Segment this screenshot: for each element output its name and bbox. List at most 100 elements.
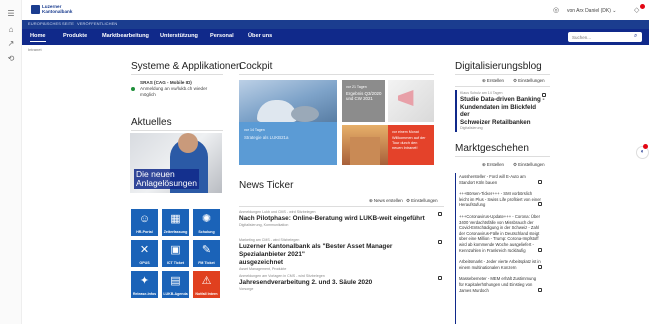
markt-accent-bar: [455, 173, 456, 324]
news-item[interactable]: Marketing am CMS - wird Sitzbelegen Luze…: [239, 238, 434, 271]
subnav-item[interactable]: VERÖFFENTLICHEN: [77, 21, 117, 26]
markt-item[interactable]: +++Börsen-Ticker+++ - SMI vorbörslich lei…: [459, 191, 541, 208]
bookmark-icon[interactable]: [538, 202, 542, 207]
markt-item[interactable]: Massebemeter - MEM erhält Zustimmung für …: [459, 276, 541, 293]
tile-label: FM Ticket: [198, 261, 215, 265]
cockpit-tile-ergebnis[interactable]: vor 21 Tagen Ergebnis Q3/2020 und CW 202…: [342, 80, 385, 122]
left-rail: [0, 0, 22, 324]
tile-notfall-intern[interactable]: ⚠ Notfall Intern: [193, 271, 220, 298]
blog-settings-button[interactable]: ⚙ Einstellungen: [513, 78, 545, 84]
divider: [455, 156, 550, 157]
sub-nav: EUROPÄISCHES SEITE VERÖFFENTLICHEN: [22, 20, 649, 29]
badge-icon: ✦: [139, 275, 150, 287]
bookmark-icon[interactable]: [438, 212, 442, 216]
plus-icon: ⊕: [482, 162, 486, 167]
bookmark-icon[interactable]: [542, 93, 546, 97]
news-item[interactable]: Anmeldungen Lukb und CMS - wird Sitzbele…: [239, 210, 434, 227]
tile-ict-ticket[interactable]: ▣ ICT Ticket: [162, 240, 189, 267]
tile-opus[interactable]: ✕ OPUS: [131, 240, 158, 267]
bookmark-icon[interactable]: [538, 287, 542, 292]
bookmark-icon[interactable]: [538, 247, 542, 252]
nav-marktbearbeitung[interactable]: Marktbearbeitung: [102, 33, 149, 39]
divider: [239, 74, 434, 75]
bookmark-icon[interactable]: [438, 240, 442, 244]
tile-fm-ticket[interactable]: ✎ FM Ticket: [193, 240, 220, 267]
nav-personal[interactable]: Personal: [210, 33, 234, 39]
system-item-title[interactable]: SRAS (CAG - Mobile ID): [140, 80, 192, 85]
tile-lukb-agenda[interactable]: ▤ LUKB-Agenda: [162, 271, 189, 298]
markt-item[interactable]: Arbeitsmarkt - Jeder vierte Arbeitsplatz…: [459, 259, 541, 270]
lightbulb-icon: ✺: [201, 213, 212, 225]
subnav-item[interactable]: EUROPÄISCHES: [28, 21, 61, 26]
tile-schulung[interactable]: ✺ Schulung: [193, 209, 220, 236]
cockpit-image-building[interactable]: [342, 125, 388, 165]
bookmark-icon[interactable]: [438, 276, 442, 280]
cockpit-tile-willkommen[interactable]: vor einem Monat Willkommen auf der Tour …: [388, 125, 434, 165]
cockpit-tile-strategie[interactable]: vor 14 Tagen Strategie als LUKB21a: [239, 122, 337, 165]
create-blog-button[interactable]: ⊕ Erstellen: [482, 78, 504, 84]
trending-icon[interactable]: ↗: [7, 40, 15, 48]
people-icon: ☺: [138, 213, 151, 225]
subnav-item[interactable]: SEITE: [62, 21, 74, 26]
history-icon[interactable]: ⟲: [7, 55, 15, 63]
system-item-text: Anmeldung an vw/lukb.ch wieder möglich: [140, 86, 208, 97]
cockpit-image-megaphone[interactable]: [388, 80, 434, 122]
tile-label: Zeiterfassung: [163, 230, 188, 234]
lukb-logo[interactable]: [31, 5, 40, 14]
calendar-icon: ▦: [170, 213, 181, 225]
tile-label: Release-Infos: [132, 292, 157, 296]
search-input[interactable]: [568, 32, 642, 42]
news-item[interactable]: Anmeldungen am Vorlagen in CMS - wird Si…: [239, 274, 434, 291]
aktuelles-title: Aktuelles: [131, 117, 172, 128]
tile-label: Schulung: [198, 230, 215, 234]
nav-home[interactable]: Home: [30, 33, 46, 42]
home-icon[interactable]: ⌂: [7, 26, 15, 34]
nav-unterstuetzung[interactable]: Unterstützung: [160, 33, 198, 39]
gear-icon: ⚙: [406, 198, 410, 203]
menu-icon[interactable]: ☰: [7, 10, 15, 18]
notification-badge: [640, 4, 645, 9]
tile-zeiterfassung[interactable]: ▦ Zeiterfassung: [162, 209, 189, 236]
status-dot: [131, 87, 135, 91]
bell-icon[interactable]: ◇: [634, 6, 639, 14]
lukb-logo-text[interactable]: Luzerner Kantonalbank: [42, 4, 82, 15]
megaphone-shape: [398, 90, 414, 106]
nav-ueber-uns[interactable]: Über uns: [248, 33, 272, 39]
create-news-button[interactable]: ⊕ News erstellen: [369, 198, 403, 204]
divider: [131, 130, 223, 131]
divider: [239, 206, 444, 207]
gear-icon: ⚙: [513, 162, 517, 167]
search-icon[interactable]: ⌕: [634, 33, 637, 40]
network-icon: ✕: [139, 244, 150, 256]
create-markt-button[interactable]: ⊕ Erstellen: [482, 162, 504, 168]
tile-label: ICT Ticket: [166, 261, 185, 265]
divider: [131, 74, 223, 75]
divider: [455, 86, 550, 87]
nav-produkte[interactable]: Produkte: [63, 33, 87, 39]
aktuelles-teaser-image[interactable]: Die neuen Anlagelösungen: [130, 133, 222, 193]
plus-icon: ⊕: [482, 78, 486, 83]
tile-label: OPUS: [139, 261, 150, 265]
divider: [455, 74, 550, 75]
agenda-icon: ▤: [170, 275, 181, 287]
bookmark-icon[interactable]: [538, 264, 542, 269]
monitor-icon: ▣: [170, 244, 181, 256]
help-icon[interactable]: ◎: [553, 6, 559, 14]
aktuelles-caption: Die neuen Anlagelösungen: [134, 169, 199, 189]
plus-icon: ⊕: [369, 198, 373, 203]
tile-label: LUKB-Agenda: [163, 292, 188, 296]
tile-release-infos[interactable]: ✦ Release-Infos: [131, 271, 158, 298]
user-menu[interactable]: von Arx Daniel (DK) ⌄: [567, 8, 617, 14]
chat-badge: [643, 144, 648, 149]
news-settings-button[interactable]: ⚙ Einstellungen: [406, 198, 438, 204]
bookmark-icon[interactable]: [538, 179, 542, 184]
markt-item[interactable]: Ausshersteller - Ford will E-Auto am Stan…: [459, 174, 541, 185]
car-wheel-shape: [291, 106, 319, 122]
blog-post[interactable]: Klaus Schulz am 14 Tagen Studie Data-dri…: [460, 91, 545, 130]
markt-item[interactable]: +++Coronavirus-Update+++ - Corona: Über 3…: [459, 214, 541, 253]
tile-hr-portal[interactable]: ☺ HR-Portal: [131, 209, 158, 236]
markt-settings-button[interactable]: ⚙ Einstellungen: [513, 162, 545, 168]
breadcrumb[interactable]: Intranet: [28, 47, 42, 52]
cockpit-title: Cockpit: [239, 61, 273, 72]
news-ticker-title: News Ticker: [239, 180, 294, 191]
